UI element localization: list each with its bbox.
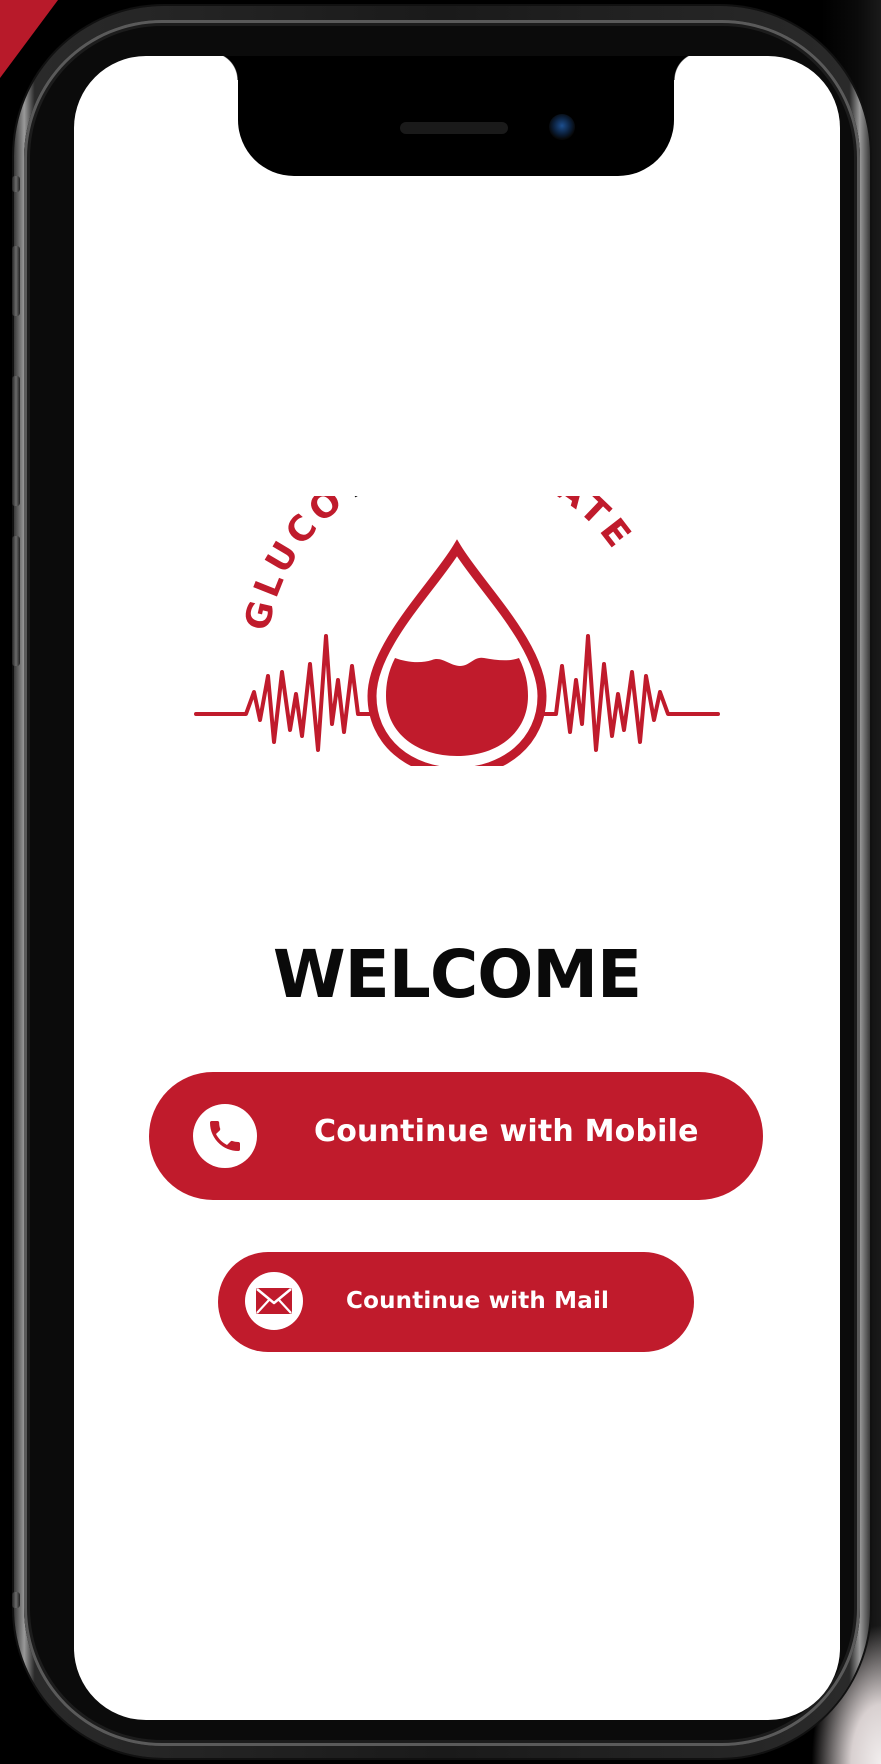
silent-switch — [12, 246, 20, 316]
logo-text-mid: TRACK — [332, 496, 498, 509]
continue-with-mail-label: Countinue with Mail — [346, 1288, 610, 1314]
heartbeat-left-icon — [194, 634, 374, 752]
continue-with-mobile-label: Countinue with Mobile — [314, 1114, 699, 1149]
side-button-lower — [12, 1592, 20, 1608]
earpiece-speaker — [400, 122, 508, 134]
mail-icon — [245, 1272, 303, 1330]
blood-drop-fill-icon — [386, 657, 528, 756]
welcome-title: WELCOME — [272, 936, 642, 1013]
phone-icon — [193, 1104, 257, 1168]
app-screen: GLUCOTRACK MATE WELCOME Countinue with Mo… — [74, 56, 840, 1720]
volume-up-button — [12, 376, 20, 506]
phone-notch — [210, 56, 702, 176]
svg-text:GLUCOTRACKMATE: GLUCOTRACK MATE — [238, 496, 641, 634]
continue-with-mobile-button[interactable]: Countinue with Mobile — [149, 1072, 763, 1200]
front-camera — [549, 114, 575, 140]
logo-text-suffix: MATE — [515, 496, 641, 559]
glucotrack-mate-logo: GLUCOTRACK MATE — [194, 496, 720, 766]
device-mockup: GLUCOTRACK MATE WELCOME Countinue with Mo… — [0, 0, 881, 1764]
volume-down-button — [12, 536, 20, 666]
logo-text-prefix: GLUCO — [238, 496, 354, 634]
side-button — [12, 176, 20, 192]
heartbeat-right-icon — [540, 634, 720, 752]
continue-with-mail-button[interactable]: Countinue with Mail — [218, 1252, 694, 1352]
